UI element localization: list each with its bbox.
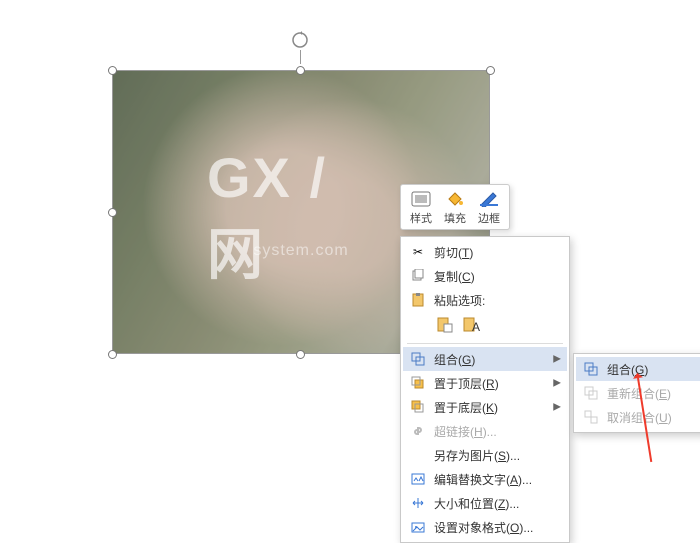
menu-paste-options: 粘贴选项:: [403, 288, 567, 312]
menu-hyperlink-label: 超链接: [434, 425, 470, 439]
menu-cut[interactable]: ✂ 剪切(T): [403, 240, 567, 264]
mini-style-button[interactable]: 样式: [410, 190, 432, 226]
menu-save-as-picture[interactable]: 另存为图片(S)...: [403, 443, 567, 467]
menu-save-pic-label: 另存为图片: [434, 449, 494, 463]
submenu-ungroup-label: 取消组合: [607, 411, 655, 425]
rotate-handle[interactable]: [290, 30, 310, 50]
paste-option-2[interactable]: A: [460, 314, 482, 336]
menu-send-back-label: 置于底层: [434, 401, 482, 415]
bring-front-icon: [409, 374, 427, 392]
handle-sw[interactable]: [108, 350, 117, 359]
menu-group[interactable]: 组合(G) ▶: [403, 347, 567, 371]
style-icon: [410, 190, 432, 208]
menu-cut-label: 剪切: [434, 246, 458, 260]
menu-format-obj-label: 设置对象格式: [434, 521, 506, 535]
submenu-arrow-icon: ▶: [553, 354, 561, 365]
context-menu: ✂ 剪切(T) 复制(C) 粘贴选项: A 组合(G) ▶ 置于顶层(R) ▶: [400, 236, 570, 543]
menu-copy[interactable]: 复制(C): [403, 264, 567, 288]
watermark-small: system.com: [253, 242, 348, 260]
submenu-arrow-icon: ▶: [553, 378, 561, 389]
mini-outline-button[interactable]: 边框: [478, 190, 500, 226]
submenu-ungroup: 取消组合(U): [576, 405, 700, 429]
submenu-regroup-label: 重新组合: [607, 387, 655, 401]
menu-size-pos-label: 大小和位置: [434, 497, 494, 511]
menu-edit-alt-text[interactable]: 编辑替换文字(A)...: [403, 467, 567, 491]
mini-fill-button[interactable]: 填充: [444, 190, 466, 226]
paste-option-1[interactable]: [434, 314, 456, 336]
menu-bring-to-front[interactable]: 置于顶层(R) ▶: [403, 371, 567, 395]
handle-ne[interactable]: [486, 66, 495, 75]
send-back-icon: [409, 398, 427, 416]
menu-hyperlink: 超链接(H)...: [403, 419, 567, 443]
handle-s[interactable]: [296, 350, 305, 359]
link-icon: [409, 422, 427, 440]
handle-n[interactable]: [296, 66, 305, 75]
mini-toolbar: 样式 填充 边框: [400, 184, 510, 230]
fill-bucket-icon: [444, 190, 466, 208]
scissors-icon: ✂: [409, 243, 427, 261]
paste-options-row: A: [403, 312, 567, 340]
group-icon: [582, 360, 600, 378]
clipboard-icon: [409, 291, 427, 309]
handle-nw[interactable]: [108, 66, 117, 75]
copy-icon: [409, 267, 427, 285]
group-submenu: 组合(G) 重新组合(E) 取消组合(U): [573, 353, 700, 433]
rotate-stem: [300, 50, 301, 64]
menu-send-to-back[interactable]: 置于底层(K) ▶: [403, 395, 567, 419]
alt-text-icon: [409, 470, 427, 488]
menu-format-object[interactable]: 设置对象格式(O)...: [403, 515, 567, 539]
group-icon: [409, 350, 427, 368]
svg-text:A: A: [472, 320, 480, 334]
mini-style-label: 样式: [410, 210, 432, 226]
menu-bring-front-label: 置于顶层: [434, 377, 482, 391]
format-obj-icon: [409, 518, 427, 536]
size-pos-icon: [409, 494, 427, 512]
mini-fill-label: 填充: [444, 210, 466, 226]
ungroup-icon: [582, 408, 600, 426]
save-pic-icon: [409, 446, 427, 464]
menu-copy-label: 复制: [434, 270, 458, 284]
watermark-large: GX / 网: [207, 145, 395, 291]
outline-pen-icon: [478, 190, 500, 208]
menu-separator-1: [407, 343, 563, 344]
mini-outline-label: 边框: [478, 210, 500, 226]
submenu-arrow-icon: ▶: [553, 402, 561, 413]
menu-size-position[interactable]: 大小和位置(Z)...: [403, 491, 567, 515]
menu-group-label: 组合: [434, 353, 458, 367]
regroup-icon: [582, 384, 600, 402]
submenu-group-label: 组合: [607, 363, 631, 377]
menu-alt-text-label: 编辑替换文字: [434, 473, 506, 487]
menu-paste-options-label: 粘贴选项:: [434, 292, 553, 309]
handle-w[interactable]: [108, 208, 117, 217]
